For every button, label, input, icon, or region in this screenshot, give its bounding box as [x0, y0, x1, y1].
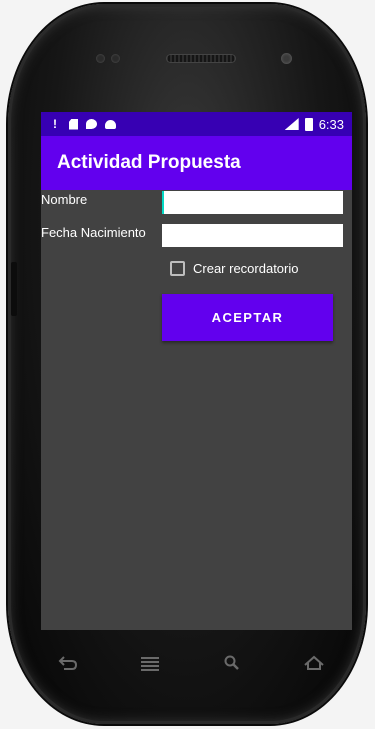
battery-icon	[304, 117, 313, 131]
clock: 6:33	[318, 116, 344, 132]
page-title: Actividad Propuesta	[57, 152, 241, 173]
back-icon[interactable]	[56, 655, 80, 675]
search-icon[interactable]	[220, 655, 244, 675]
nombre-label: Nombre	[41, 192, 88, 207]
nombre-row: Nombre	[41, 192, 161, 207]
crear-recordatorio-checkbox[interactable]	[170, 261, 185, 276]
sensor-icon	[111, 54, 120, 63]
crear-recordatorio-checkbox-row[interactable]: Crear recordatorio	[170, 261, 299, 276]
chat-icon	[86, 119, 97, 129]
nombre-field[interactable]	[162, 191, 343, 214]
app-bar: Actividad Propuesta	[41, 136, 352, 190]
crear-recordatorio-label[interactable]: Crear recordatorio	[193, 261, 299, 276]
side-button	[11, 262, 17, 316]
system-nav-bar	[56, 650, 326, 680]
sensor-icon	[96, 54, 105, 63]
signal-icon	[284, 118, 299, 130]
home-icon[interactable]	[302, 655, 326, 675]
camera-icon	[281, 53, 292, 64]
speaker-grille	[166, 54, 236, 63]
sd-card-icon	[69, 118, 78, 130]
menu-icon[interactable]	[138, 655, 162, 675]
app-screen: ! 6:33 Actividad Propuesta Nombre Fecha …	[41, 112, 352, 630]
fecha-nacimiento-field[interactable]	[162, 224, 343, 247]
fecha-row: Fecha Nacimiento	[41, 225, 161, 240]
status-bar: ! 6:33	[41, 112, 352, 136]
fecha-nacimiento-label: Fecha Nacimiento	[41, 225, 146, 240]
aceptar-button[interactable]: ACEPTAR	[162, 294, 333, 341]
android-icon	[105, 119, 116, 129]
exclamation-icon: !	[53, 117, 57, 131]
